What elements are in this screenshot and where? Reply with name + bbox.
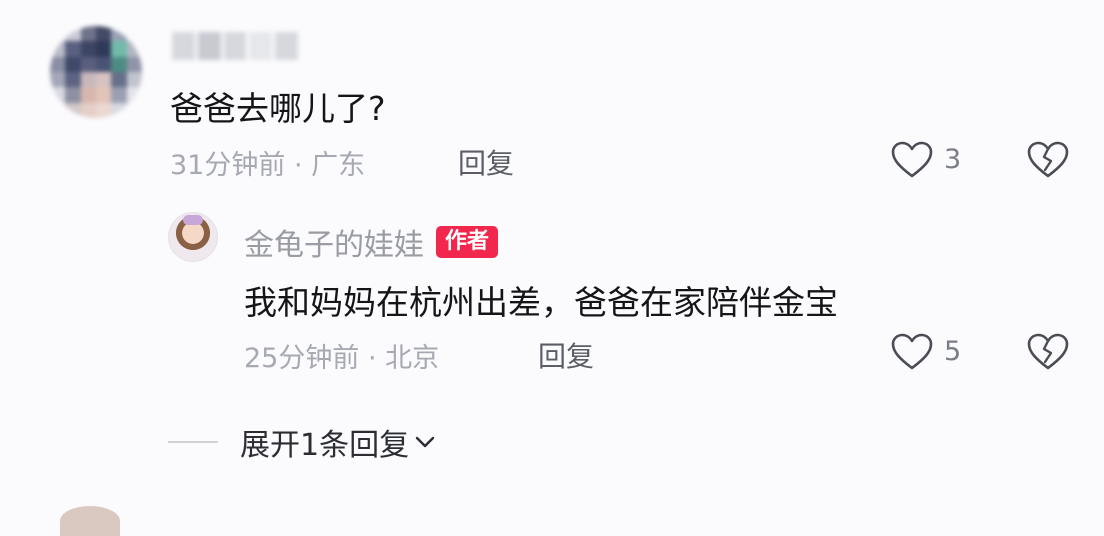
reply-reply-button[interactable]: 回复 bbox=[538, 335, 594, 375]
expand-replies-label: 展开1条回复 bbox=[240, 428, 410, 463]
reply-meta: 25分钟前 · 北京 bbox=[244, 343, 440, 374]
chevron-down-icon bbox=[415, 436, 435, 448]
author-avatar-bow bbox=[183, 215, 203, 225]
reply-like-count: 5 bbox=[944, 336, 962, 367]
commenter-name-blurred[interactable] bbox=[172, 32, 298, 60]
expand-replies-button[interactable]: 展开1条回复 bbox=[240, 420, 437, 464]
expand-divider bbox=[168, 441, 218, 443]
comment-text: 爸爸去哪儿了? bbox=[170, 89, 386, 128]
comment-reply-button[interactable]: 回复 bbox=[458, 142, 514, 182]
comment-dislike-button[interactable] bbox=[1026, 140, 1070, 180]
comment-like-count: 3 bbox=[944, 144, 962, 175]
next-comment-avatar[interactable] bbox=[60, 506, 120, 536]
heart-outline-icon bbox=[891, 141, 933, 178]
broken-heart-icon bbox=[1027, 141, 1069, 178]
reply-text: 我和妈妈在杭州出差，爸爸在家陪伴金宝 bbox=[244, 283, 838, 322]
comment-meta: 31分钟前 · 广东 bbox=[170, 150, 366, 181]
author-badge: 作者 bbox=[436, 226, 499, 258]
broken-heart-icon bbox=[1027, 333, 1069, 370]
heart-outline-icon bbox=[891, 333, 933, 370]
reply-like-button[interactable] bbox=[890, 332, 934, 372]
reply-dislike-button[interactable] bbox=[1026, 332, 1070, 372]
author-avatar[interactable] bbox=[168, 212, 218, 262]
comment-like-button[interactable] bbox=[890, 140, 934, 180]
commenter-avatar[interactable] bbox=[50, 26, 142, 118]
author-line: 金龟子的娃娃 作者 bbox=[244, 220, 499, 264]
author-name[interactable]: 金龟子的娃娃 bbox=[244, 220, 424, 264]
